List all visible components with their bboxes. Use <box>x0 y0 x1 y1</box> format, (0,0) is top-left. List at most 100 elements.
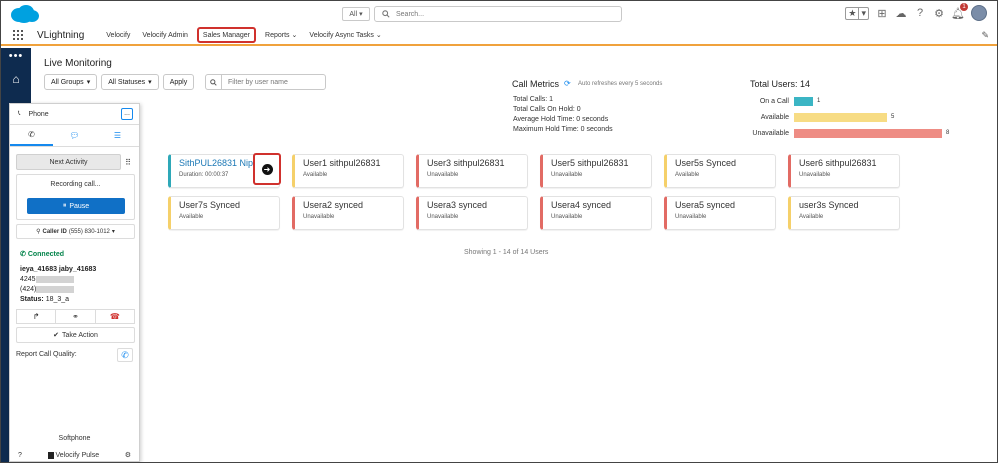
hangup-icon[interactable]: ☎ <box>94 310 134 323</box>
dialpad-icon[interactable]: ⠿ <box>121 154 135 170</box>
user-card[interactable]: User7s Synced Available <box>168 196 280 230</box>
chevron-down-icon[interactable]: ⌄ <box>376 31 382 39</box>
link-icon[interactable]: ⚭ <box>55 310 94 323</box>
app-window: All ▾ Search... ★ ▾ ⊞ ☁ ? ⚙ 🔔︎ 1 VLightn… <box>0 0 998 463</box>
brand: Velocify Pulse <box>47 451 100 459</box>
softphone-header: 📞︎ Phone <box>10 104 139 125</box>
user-card[interactable]: User5 sithpul26831 Unavailable <box>540 154 652 188</box>
user-card-name: Usera3 synced <box>427 200 488 210</box>
user-card[interactable]: Usera5 synced Unavailable <box>664 196 776 230</box>
user-card-name: user3s Synced <box>799 200 859 210</box>
search-scope-select[interactable]: All ▾ <box>342 7 370 21</box>
list-icon: ☰ <box>113 131 122 140</box>
chevron-down-icon[interactable]: ⌄ <box>292 31 298 39</box>
minimize-button[interactable]: ... <box>121 108 133 120</box>
call-status: ✆ Connected <box>20 250 64 258</box>
transfer-icon[interactable]: ↱ <box>17 310 55 323</box>
contact-phone-2: (424) <box>20 285 96 295</box>
bar <box>794 113 887 122</box>
nav-item-sales-manager[interactable]: Sales Manager <box>196 27 257 43</box>
chat-icon: 💬︎ <box>69 131 80 140</box>
take-action-button[interactable]: ✔ Take Action <box>16 327 135 343</box>
search-icon <box>382 10 390 18</box>
bar-label: On a Call <box>759 98 789 105</box>
groups-dropdown[interactable]: All Groups ▾ <box>44 74 98 90</box>
nav-item-velocify-async-tasks[interactable]: Velocify Async Tasks ⌄ <box>303 26 387 44</box>
user-card-status: Unavailable <box>675 214 707 220</box>
favorites-group[interactable]: ★ ▾ <box>845 6 869 20</box>
help-icon[interactable]: ? <box>914 7 926 19</box>
global-header: All ▾ Search... ★ ▾ ⊞ ☁ ? ⚙ 🔔︎ 1 <box>1 1 997 26</box>
pause-button[interactable]: ⏸︎ Pause <box>27 198 125 214</box>
user-card-status: Available <box>799 214 824 220</box>
refresh-icon[interactable]: ⟳ <box>564 79 571 88</box>
nav-item-reports[interactable]: Reports ⌄ <box>259 26 303 44</box>
user-card[interactable]: User5s Synced Available <box>664 154 776 188</box>
softphone-footer: ? Velocify Pulse ⚙ <box>10 449 139 461</box>
global-search-input[interactable]: Search... <box>374 6 622 22</box>
statuses-label: All Statuses <box>108 78 146 86</box>
salesforce-logo[interactable] <box>9 4 40 24</box>
trailhead-icon[interactable]: ☁ <box>895 7 907 20</box>
brand-label: Velocify Pulse <box>55 451 100 459</box>
apply-button[interactable]: Apply <box>162 74 195 90</box>
user-card-status: Unavailable <box>799 172 831 178</box>
chevron-down-icon[interactable]: ▾ <box>858 7 868 19</box>
user-card[interactable]: Usera2 synced Unavailable <box>292 196 404 230</box>
contact-phone-1: 4245 <box>20 275 96 285</box>
user-card-status: Available <box>179 214 204 220</box>
user-card-name: Usera5 synced <box>675 200 736 210</box>
app-launcher-icon[interactable] <box>13 30 23 40</box>
chevron-down-icon: ▾ <box>359 11 363 18</box>
home-icon[interactable]: ⌂ <box>1 72 31 86</box>
page-title: Live Monitoring <box>44 58 112 69</box>
gear-icon[interactable]: ⚙ <box>125 451 131 459</box>
call-actions: ↱ ⚭ ☎ <box>16 309 135 324</box>
recording-status: Recording call... <box>50 181 101 188</box>
report-quality-icon[interactable]: ✆ <box>117 348 133 362</box>
nav-item-velocify-admin[interactable]: Velocify Admin <box>136 26 194 44</box>
user-card-status: Available <box>303 172 328 178</box>
tab-phone[interactable]: ✆ <box>10 125 53 146</box>
help-icon[interactable]: ? <box>18 452 22 459</box>
metric-avg-hold: Average Hold Time: 0 seconds <box>513 116 609 123</box>
call-metrics-list: Total Calls: 1 Total Calls On Hold: 0 Av… <box>513 95 613 135</box>
contact-name[interactable]: ieya_41683 jaby_41683 <box>20 265 96 275</box>
tab-chat[interactable]: 💬︎ <box>53 125 96 146</box>
monitor-call-button[interactable]: ➜ <box>253 153 281 185</box>
notification-badge: 1 <box>960 3 968 11</box>
tab-list[interactable]: ☰ <box>96 125 139 146</box>
user-card[interactable]: User3 sithpul26831 Unavailable <box>416 154 528 188</box>
user-card[interactable]: User1 sithpul26831 Available <box>292 154 404 188</box>
nav-item-label: Velocify <box>106 31 131 39</box>
more-icon[interactable]: ••• <box>1 50 31 62</box>
check-icon: ✔ <box>53 332 60 339</box>
gear-icon[interactable]: ⚙ <box>933 7 945 20</box>
nav-item-velocify[interactable]: Velocify <box>100 26 136 44</box>
next-activity-button[interactable]: Next Activity <box>16 154 121 170</box>
user-filter-input[interactable]: Filter by user name <box>205 74 326 90</box>
user-card-name: User5 sithpul26831 <box>551 158 629 168</box>
contact-status: Status: 18_3_a <box>20 296 70 303</box>
user-card-status: Unavailable <box>427 214 459 220</box>
user-card[interactable]: Usera4 synced Unavailable <box>540 196 652 230</box>
caret-down-icon: ▾ <box>86 79 91 86</box>
total-users-chart: On a Call 1 Available 5 Unavailable 8 <box>752 97 956 141</box>
statuses-dropdown[interactable]: All Statuses ▾ <box>101 74 159 90</box>
user-card-name: User1 sithpul26831 <box>303 158 381 168</box>
user-card-name: User5s Synced <box>675 158 737 168</box>
avatar[interactable] <box>971 5 987 21</box>
softphone-title: Phone <box>28 110 49 118</box>
bar-label: Available <box>760 114 789 121</box>
add-icon[interactable]: ⊞ <box>876 7 888 20</box>
user-card[interactable]: Usera3 synced Unavailable <box>416 196 528 230</box>
bell-icon[interactable]: 🔔︎ 1 <box>951 3 968 20</box>
edit-nav-icon[interactable]: ✎ <box>981 30 989 41</box>
user-card[interactable]: User6 sithpul26831 Unavailable <box>788 154 900 188</box>
softphone-tabs: ✆ 💬︎ ☰ <box>10 125 139 147</box>
caller-id-select[interactable]: ⚲ Caller ID (555) 830-1012 ▾ <box>16 224 135 239</box>
star-icon[interactable]: ★ <box>846 8 858 19</box>
user-card[interactable]: user3s Synced Available <box>788 196 900 230</box>
user-card-name: Usera4 synced <box>551 200 612 210</box>
next-activity-row: Next Activity ⠿ <box>16 154 135 170</box>
